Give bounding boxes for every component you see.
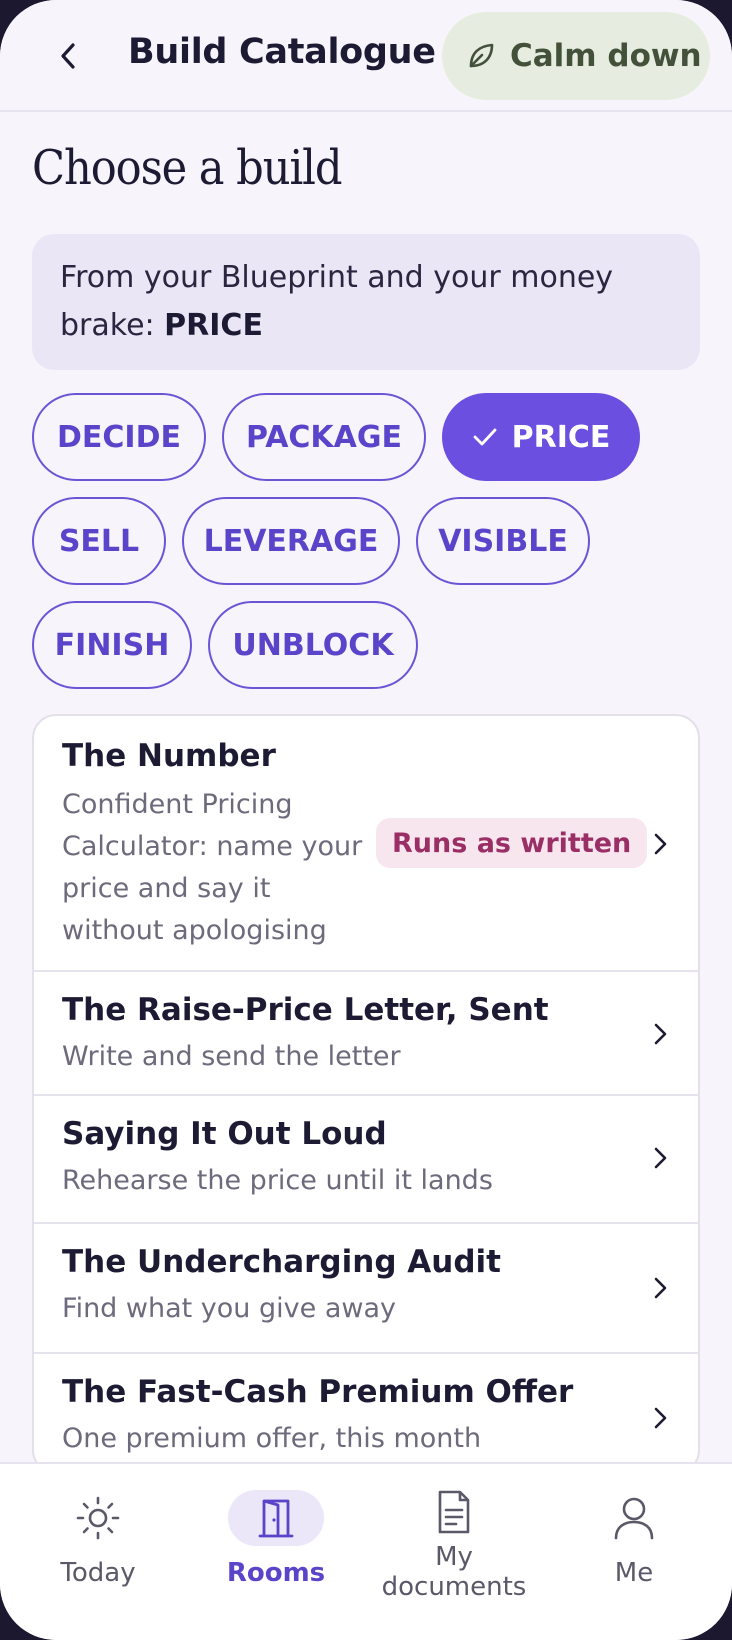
chevron-right-icon — [654, 1147, 667, 1169]
leaf-icon — [469, 43, 494, 68]
calm-down-label: Calm down — [510, 38, 702, 74]
info-text: From your Blueprint and your money brake… — [60, 260, 614, 343]
build-item-saying-it-out-loud[interactable]: Saying It Out Loud Rehearse the price un… — [34, 1096, 698, 1224]
chip-price[interactable]: PRICE — [442, 393, 640, 481]
chip-unblock[interactable]: UNBLOCK — [208, 601, 418, 689]
chip-label: UNBLOCK — [232, 627, 394, 663]
subtitle-line: without apologising — [62, 915, 327, 946]
nav-item-rooms[interactable]: Rooms — [186, 1490, 366, 1588]
build-item-raise-price-letter[interactable]: The Raise-Price Letter, Sent Write and s… — [34, 972, 698, 1096]
app-screen: Build Catalogue Calm down Choose a build… — [0, 0, 732, 1640]
build-item-the-number[interactable]: The Number Confident Pricing Calculator:… — [34, 716, 698, 972]
status-badge: Runs as written — [376, 818, 648, 868]
sun-icon — [76, 1496, 120, 1540]
page-title: Choose a build — [32, 140, 343, 196]
nav-item-my-documents[interactable]: My documents — [364, 1484, 544, 1602]
subtitle-line: price and say it — [62, 873, 271, 904]
chip-decide[interactable]: DECIDE — [32, 393, 206, 481]
nav-label: My documents — [364, 1542, 544, 1602]
back-button[interactable] — [50, 34, 86, 78]
nav-label-line: My — [435, 1542, 473, 1572]
nav-icon-container — [50, 1490, 146, 1546]
build-subtitle: Find what you give away — [62, 1293, 396, 1324]
blueprint-info-card: From your Blueprint and your money brake… — [32, 234, 700, 370]
user-icon — [614, 1497, 654, 1540]
header-title: Build Catalogue — [128, 32, 436, 72]
chip-package[interactable]: PACKAGE — [222, 393, 426, 481]
nav-icon-container — [228, 1490, 324, 1546]
build-subtitle: Rehearse the price until it lands — [62, 1165, 493, 1196]
chevron-right-icon — [654, 1023, 667, 1045]
build-title: Saying It Out Loud — [62, 1116, 387, 1152]
bottom-navigation: Today Rooms My documents Me — [0, 1462, 732, 1640]
build-subtitle: Write and send the letter — [62, 1041, 401, 1072]
calm-down-button[interactable]: Calm down — [442, 12, 710, 100]
chip-finish[interactable]: FINISH — [32, 601, 192, 689]
nav-icon-container — [586, 1490, 682, 1546]
chip-label: DECIDE — [57, 419, 181, 455]
nav-label: Me — [614, 1558, 654, 1588]
chip-label: SELL — [58, 523, 140, 559]
money-brake-value: PRICE — [164, 308, 263, 343]
chip-label: VISIBLE — [438, 523, 568, 559]
nav-item-me[interactable]: Me — [544, 1490, 724, 1588]
document-icon — [438, 1490, 470, 1534]
top-bar: Build Catalogue Calm down — [0, 0, 732, 112]
build-list: The Number Confident Pricing Calculator:… — [32, 714, 700, 1474]
chip-label: PRICE — [511, 419, 611, 455]
chevron-left-icon — [61, 43, 75, 69]
build-item-undercharging-audit[interactable]: The Undercharging Audit Find what you gi… — [34, 1224, 698, 1354]
check-icon — [473, 428, 497, 446]
chip-label: FINISH — [54, 627, 170, 663]
subtitle-line: Confident Pricing — [62, 789, 293, 820]
nav-label-line: documents — [381, 1572, 527, 1602]
build-title: The Number — [62, 738, 276, 774]
nav-icon-container — [406, 1484, 502, 1540]
nav-label: Today — [60, 1558, 136, 1588]
chip-sell[interactable]: SELL — [32, 497, 166, 585]
nav-item-today[interactable]: Today — [8, 1490, 188, 1588]
chip-label: LEVERAGE — [203, 523, 379, 559]
chip-leverage[interactable]: LEVERAGE — [182, 497, 400, 585]
door-icon — [258, 1499, 294, 1538]
chip-label: PACKAGE — [245, 419, 403, 455]
chevron-right-icon — [654, 1277, 667, 1299]
chip-visible[interactable]: VISIBLE — [416, 497, 590, 585]
build-subtitle: Confident Pricing Calculator: name your … — [62, 784, 362, 952]
build-title: The Undercharging Audit — [62, 1244, 501, 1280]
chevron-right-icon — [654, 833, 667, 855]
build-title: The Fast-Cash Premium Offer — [62, 1374, 574, 1410]
subtitle-line: Calculator: name your — [62, 831, 363, 862]
build-subtitle: One premium offer, this month — [62, 1423, 482, 1454]
chevron-right-icon — [654, 1407, 667, 1429]
build-title: The Raise-Price Letter, Sent — [62, 992, 549, 1028]
build-item-fast-cash-premium-offer[interactable]: The Fast-Cash Premium Offer One premium … — [34, 1354, 698, 1472]
nav-label: Rooms — [226, 1558, 326, 1588]
